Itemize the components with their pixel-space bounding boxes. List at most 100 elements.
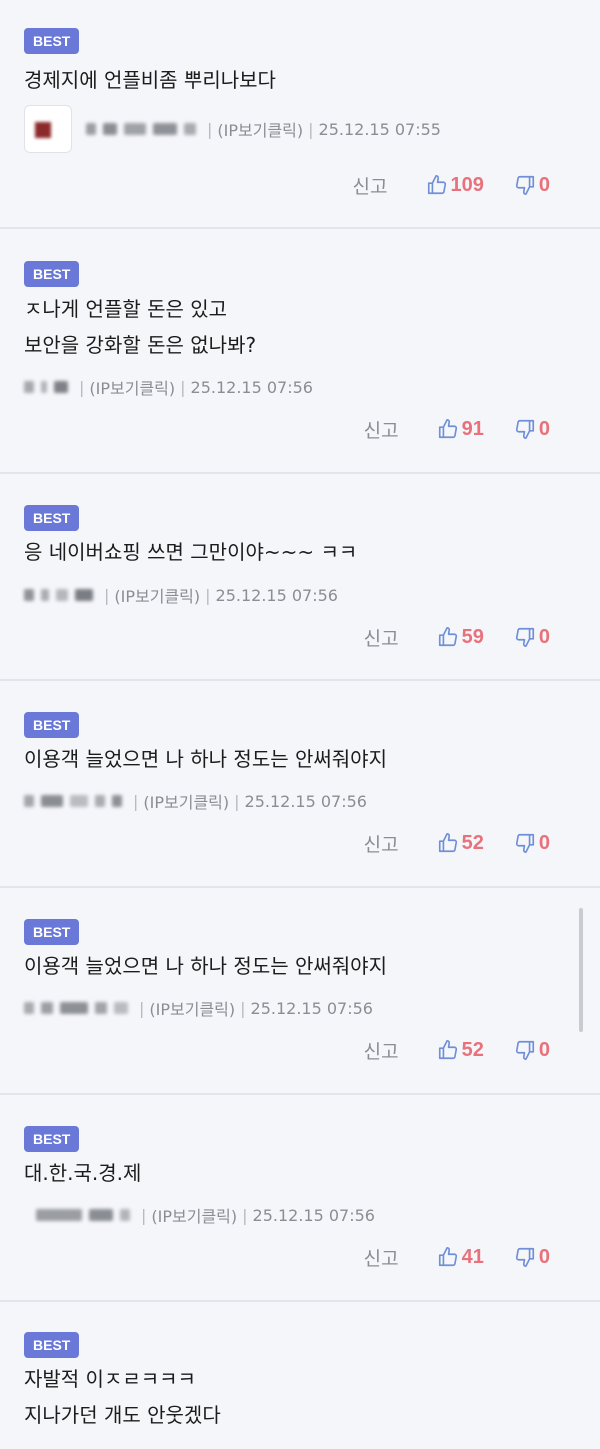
like-count: 52	[461, 831, 484, 854]
ip-link[interactable]: (IP보기클릭)	[217, 117, 303, 141]
best-badge: BEST	[24, 712, 80, 738]
ip-link[interactable]: (IP보기클릭)	[114, 583, 200, 607]
comment-actions: 신고 52 0	[364, 1035, 550, 1065]
dislike-button[interactable]: 0	[514, 1039, 550, 1062]
comment-date: 25.12.15 07:56	[244, 791, 367, 811]
blurred-username	[24, 795, 122, 807]
comment-date: 25.12.15 07:56	[190, 377, 313, 397]
comment-meta: | (IP보기클릭) | 25.12.15 07:56	[24, 582, 338, 608]
comment-item: BEST 경제지에 언플비좀 뿌리나보다 | (IP보기클릭) | 25.12.…	[0, 0, 600, 229]
ip-link[interactable]: (IP보기클릭)	[151, 1203, 237, 1227]
comment-meta: | (IP보기클릭) | 25.12.15 07:56	[24, 374, 313, 400]
report-button[interactable]: 신고	[364, 416, 399, 443]
comment-line: 이용객 늘었으면 나 하나 정도는 안써줘야지	[24, 954, 387, 978]
best-badge: BEST	[24, 261, 80, 287]
comment-text: 대.한.국.경.제	[24, 1155, 576, 1191]
dislike-button[interactable]: 0	[514, 418, 550, 441]
best-badge: BEST	[24, 919, 80, 945]
comment-item: BEST 응 네이버쇼핑 쓰면 그만이야~~~ ㅋㅋ | (IP보기클릭) | …	[0, 474, 600, 681]
meta-separator: |	[205, 585, 211, 605]
comment-line: 대.한.국.경.제	[24, 1161, 142, 1185]
comment-actions: 신고 41 0	[364, 1242, 550, 1272]
meta-separator: |	[104, 585, 110, 605]
report-button[interactable]: 신고	[364, 1244, 399, 1271]
thumbs-up-icon	[438, 1247, 457, 1267]
meta-separator: |	[240, 998, 246, 1018]
report-button[interactable]: 신고	[353, 172, 388, 199]
like-button[interactable]: 52	[437, 1039, 484, 1062]
thumbs-down-icon	[515, 833, 534, 853]
thumbs-down-icon	[515, 419, 534, 439]
comment-item: BEST 자발적 이ㅈㄹㅋㅋㅋ 지나가던 개도 안웃겠다	[0, 1302, 600, 1449]
comment-item: BEST 이용객 늘었으면 나 하나 정도는 안써줘야지 | (IP보기클릭) …	[0, 681, 600, 888]
ip-link[interactable]: (IP보기클릭)	[89, 375, 175, 399]
meta-separator: |	[133, 791, 139, 811]
comment-line: ㅈ나게 언플할 돈은 있고	[24, 297, 228, 321]
comment-line: 보안을 강화할 돈은 없나봐?	[24, 333, 257, 357]
comment-line: 경제지에 언플비좀 뿌리나보다	[24, 68, 276, 92]
best-badge: BEST	[24, 1126, 80, 1152]
meta-separator: |	[234, 791, 240, 811]
best-badge: BEST	[24, 1332, 80, 1358]
dislike-button[interactable]: 0	[514, 174, 550, 197]
comment-text: 응 네이버쇼핑 쓰면 그만이야~~~ ㅋㅋ	[24, 534, 576, 570]
comment-text: 자발적 이ㅈㄹㅋㅋㅋ 지나가던 개도 안웃겠다	[24, 1361, 576, 1433]
dislike-button[interactable]: 0	[514, 1246, 550, 1269]
thumbs-up-icon	[438, 833, 457, 853]
comment-date: 25.12.15 07:55	[318, 119, 441, 139]
dislike-count: 0	[538, 831, 550, 854]
like-count: 52	[461, 1038, 484, 1061]
dislike-count: 0	[538, 1245, 550, 1268]
report-button[interactable]: 신고	[364, 1037, 399, 1064]
like-button[interactable]: 109	[426, 174, 484, 197]
comment-line: 이용객 늘었으면 나 하나 정도는 안써줘야지	[24, 747, 387, 771]
comment-item: BEST ㅈ나게 언플할 돈은 있고 보안을 강화할 돈은 없나봐? | (IP…	[0, 229, 600, 474]
like-button[interactable]: 91	[437, 418, 484, 441]
comment-date: 25.12.15 07:56	[252, 1205, 375, 1225]
dislike-button[interactable]: 0	[514, 626, 550, 649]
comment-meta: | (IP보기클릭) | 25.12.15 07:55	[24, 104, 441, 154]
dislike-button[interactable]: 0	[514, 832, 550, 855]
comment-line: 응 네이버쇼핑 쓰면 그만이야~~~ ㅋㅋ	[24, 540, 358, 564]
thumbs-down-icon	[515, 1247, 534, 1267]
comment-text: ㅈ나게 언플할 돈은 있고 보안을 강화할 돈은 없나봐?	[24, 291, 576, 363]
like-count: 41	[461, 1245, 484, 1268]
like-count: 91	[461, 417, 484, 440]
like-button[interactable]: 52	[437, 832, 484, 855]
blurred-username	[86, 123, 196, 135]
comment-meta: | (IP보기클릭) | 25.12.15 07:56	[36, 1202, 375, 1228]
report-button[interactable]: 신고	[364, 830, 399, 857]
comment-date: 25.12.15 07:56	[215, 585, 338, 605]
comment-text: 이용객 늘었으면 나 하나 정도는 안써줘야지	[24, 948, 576, 984]
dislike-count: 0	[538, 173, 550, 196]
blurred-username	[36, 1209, 130, 1221]
meta-separator: |	[308, 119, 314, 139]
thumbs-up-icon	[427, 175, 446, 195]
like-button[interactable]: 59	[437, 626, 484, 649]
ip-link[interactable]: (IP보기클릭)	[143, 789, 229, 813]
blurred-username	[24, 589, 93, 601]
meta-separator: |	[79, 377, 85, 397]
ip-link[interactable]: (IP보기클릭)	[149, 996, 235, 1020]
meta-separator: |	[180, 377, 186, 397]
comment-actions: 신고 59 0	[364, 622, 550, 652]
avatar	[24, 105, 72, 153]
comment-date: 25.12.15 07:56	[250, 998, 373, 1018]
scrollbar[interactable]	[579, 908, 583, 1032]
like-count: 109	[450, 173, 484, 196]
best-badge: BEST	[24, 28, 80, 54]
like-button[interactable]: 41	[437, 1246, 484, 1269]
comment-item: BEST 대.한.국.경.제 | (IP보기클릭) | 25.12.15 07:…	[0, 1095, 600, 1302]
dislike-count: 0	[538, 417, 550, 440]
dislike-count: 0	[538, 625, 550, 648]
comment-text: 경제지에 언플비좀 뿌리나보다	[24, 62, 576, 98]
comment-actions: 신고 52 0	[364, 828, 550, 858]
blurred-username	[24, 1002, 128, 1014]
thumbs-down-icon	[515, 627, 534, 647]
meta-separator: |	[207, 119, 213, 139]
thumbs-down-icon	[515, 1040, 534, 1060]
comment-meta: | (IP보기클릭) | 25.12.15 07:56	[24, 788, 367, 814]
best-badge: BEST	[24, 505, 80, 531]
thumbs-up-icon	[438, 1040, 457, 1060]
report-button[interactable]: 신고	[364, 624, 399, 651]
